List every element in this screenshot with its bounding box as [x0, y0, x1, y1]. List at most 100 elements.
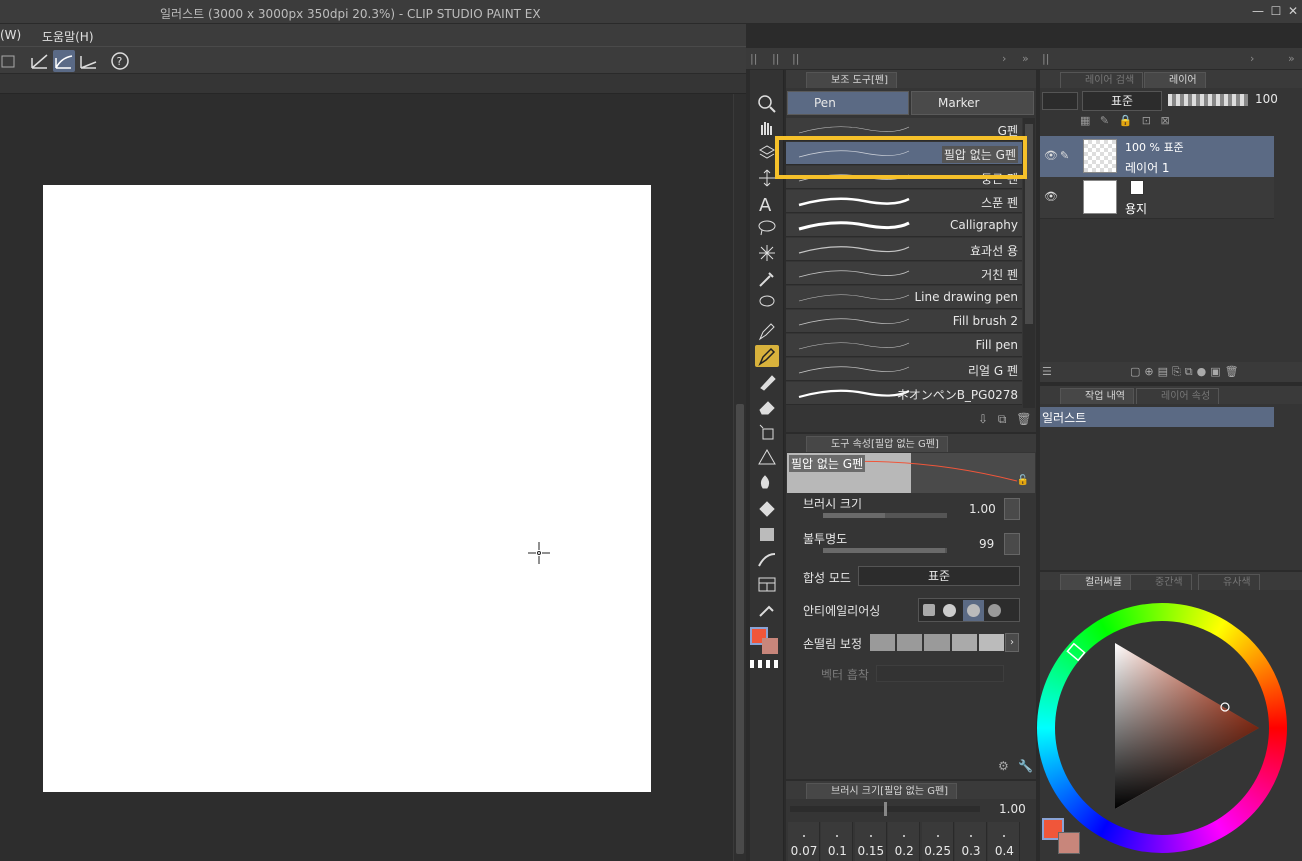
- stabilization-slider[interactable]: [870, 634, 1005, 651]
- drawing-paper[interactable]: [43, 185, 651, 792]
- approximate-color-tab[interactable]: 유사색: [1198, 574, 1260, 590]
- opacity-slider[interactable]: [823, 548, 947, 553]
- brush-size-preset[interactable]: 0.25: [921, 822, 954, 861]
- brush-item[interactable]: 효과선 용: [786, 238, 1022, 261]
- brush-size-panel-value[interactable]: 1.00: [999, 802, 1026, 816]
- subtool-tab[interactable]: 보조 도구[펜]: [806, 72, 897, 88]
- help-icon[interactable]: ?: [109, 50, 131, 72]
- layer-color-select[interactable]: [1042, 92, 1078, 110]
- layer-blend-select[interactable]: 표준: [1082, 91, 1162, 111]
- brush-item[interactable]: Calligraphy: [786, 214, 1022, 237]
- pen-group-tab[interactable]: Pen: [787, 91, 909, 115]
- selection-lasso-icon[interactable]: [755, 292, 779, 314]
- command-bar: ?: [0, 46, 746, 74]
- pencil-tool-icon[interactable]: [755, 345, 779, 367]
- opacity-value[interactable]: 99: [979, 537, 994, 551]
- curve-correction-icon[interactable]: [53, 50, 75, 72]
- brush-size-panel-slider[interactable]: [790, 802, 980, 816]
- intermediate-color-tab[interactable]: 중간색: [1130, 574, 1192, 590]
- brush-size-preset-label: 0.07: [790, 844, 818, 858]
- zoom-icon[interactable]: [755, 92, 779, 114]
- vector-magnet-slider: [876, 665, 1004, 682]
- color-circle-tab[interactable]: 컬러써클: [1060, 574, 1131, 590]
- tool-property-tab[interactable]: 도구 속성[필압 없는 G펜]: [806, 436, 948, 452]
- brush-size-preset[interactable]: 0.15: [854, 822, 887, 861]
- visibility-eye-icon[interactable]: 👁: [1044, 190, 1058, 203]
- tool-property-tab-header: 도구 속성[필압 없는 G펜]: [786, 434, 1036, 452]
- menu-window[interactable]: (W): [0, 28, 21, 42]
- layer-opacity-value[interactable]: 100: [1255, 92, 1278, 106]
- history-tab[interactable]: 작업 내역: [1060, 388, 1134, 404]
- brush-item[interactable]: Fill pen: [786, 334, 1022, 357]
- pressure-icon[interactable]: [1004, 498, 1020, 520]
- brush-size-preset[interactable]: 0.07: [788, 822, 820, 861]
- brush-item[interactable]: Line drawing pen: [786, 286, 1022, 309]
- brush-tool-icon[interactable]: [755, 370, 779, 392]
- frame-icon[interactable]: [0, 50, 22, 72]
- brush-item[interactable]: 거친 펜: [786, 262, 1022, 285]
- layer-tab[interactable]: 레이어: [1144, 72, 1206, 88]
- subtool-delete-icon[interactable]: 🗑: [1016, 412, 1031, 426]
- brush-size-tab[interactable]: 브러시 크기[필압 없는 G펜]: [806, 783, 958, 799]
- fill-icon[interactable]: [755, 498, 779, 520]
- wrench-icon[interactable]: 🔧: [1018, 759, 1033, 773]
- lasso-icon[interactable]: [755, 217, 779, 239]
- brush-size-preset[interactable]: 0.4: [988, 822, 1021, 861]
- angle-correction-icon[interactable]: [78, 50, 100, 72]
- eraser-icon[interactable]: [755, 395, 779, 417]
- antialias-selector[interactable]: [918, 598, 1020, 622]
- eyedropper-icon[interactable]: [755, 267, 779, 289]
- canvas-scrollbar[interactable]: [733, 94, 746, 861]
- gradient-icon[interactable]: [755, 523, 779, 545]
- text-icon[interactable]: A: [755, 192, 779, 216]
- color-sub-swatch[interactable]: [1058, 832, 1080, 854]
- menu-help[interactable]: 도움말(H): [42, 28, 94, 45]
- decoration-icon[interactable]: [755, 445, 779, 467]
- lock-icon[interactable]: 🔓: [1017, 475, 1029, 486]
- brush-size-preset[interactable]: 0.2: [888, 822, 921, 861]
- figure-icon[interactable]: [755, 548, 779, 570]
- close-icon[interactable]: ✕: [1285, 3, 1301, 19]
- subtool-copy-icon[interactable]: ⧉: [998, 412, 1007, 426]
- layer-lock-icons[interactable]: ▦ ✎ 🔒 ⊡ ⊠: [1080, 114, 1280, 130]
- brush-item[interactable]: 리얼 G 펜: [786, 358, 1022, 381]
- layer-search-tab[interactable]: 레이어 검색: [1060, 72, 1144, 88]
- airbrush-icon[interactable]: [755, 420, 779, 442]
- brush-item[interactable]: ネオンペンB_PG0278: [786, 382, 1022, 405]
- layer-row-1[interactable]: 👁 ✎ 100 % 표준 레이어 1: [1040, 136, 1274, 178]
- pen-tool-icon[interactable]: [755, 320, 779, 342]
- line-correction-icon[interactable]: [29, 50, 51, 72]
- brush-item[interactable]: 스푼 펜: [786, 190, 1022, 213]
- brush-size-preset-label: 0.25: [924, 844, 951, 858]
- layer-row-paper[interactable]: 👁 용지: [1040, 177, 1274, 219]
- transparent-color-icon[interactable]: [750, 660, 782, 668]
- stabilization-expand-icon[interactable]: ›: [1005, 633, 1019, 652]
- edit-pencil-icon[interactable]: ✎: [1060, 149, 1069, 162]
- frame-border-icon[interactable]: [755, 573, 779, 595]
- brush-item[interactable]: Fill brush 2: [786, 310, 1022, 333]
- layer-action-bar: ☰ ▢⊕▤⎘⧉●▣🗑: [1040, 362, 1302, 382]
- magic-wand-icon[interactable]: [755, 242, 779, 264]
- maximize-icon[interactable]: ☐: [1268, 3, 1284, 19]
- tool-settings-icon[interactable]: ⚙: [998, 759, 1009, 773]
- brush-stroke-preview: [798, 197, 910, 207]
- sub-color-swatch[interactable]: [762, 638, 778, 654]
- correct-line-icon[interactable]: [755, 598, 779, 620]
- color-wheel[interactable]: [1037, 603, 1287, 853]
- layer-opacity-slider[interactable]: [1168, 94, 1248, 106]
- opacity-toggle-icon[interactable]: [1004, 533, 1020, 555]
- layer-action-icons[interactable]: ▢⊕▤⎘⧉●▣🗑: [1130, 365, 1243, 379]
- brush-size-value[interactable]: 1.00: [969, 502, 996, 516]
- brush-size-preset[interactable]: 0.3: [955, 822, 987, 861]
- brush-size-preset[interactable]: 0.1: [821, 822, 854, 861]
- minimize-icon[interactable]: —: [1250, 3, 1266, 19]
- marker-group-tab[interactable]: Marker: [911, 91, 1034, 115]
- brush-size-slider[interactable]: [823, 513, 947, 518]
- visibility-eye-icon[interactable]: 👁: [1044, 149, 1058, 162]
- layer-property-tab[interactable]: 레이어 속성: [1136, 388, 1220, 404]
- blend-mode-select[interactable]: 표준: [858, 566, 1020, 586]
- history-item[interactable]: 일러스트: [1040, 407, 1274, 427]
- layer-menu-icon[interactable]: ☰: [1042, 365, 1052, 378]
- blend-icon[interactable]: [755, 470, 779, 492]
- subtool-save-icon[interactable]: ⇩: [978, 412, 988, 426]
